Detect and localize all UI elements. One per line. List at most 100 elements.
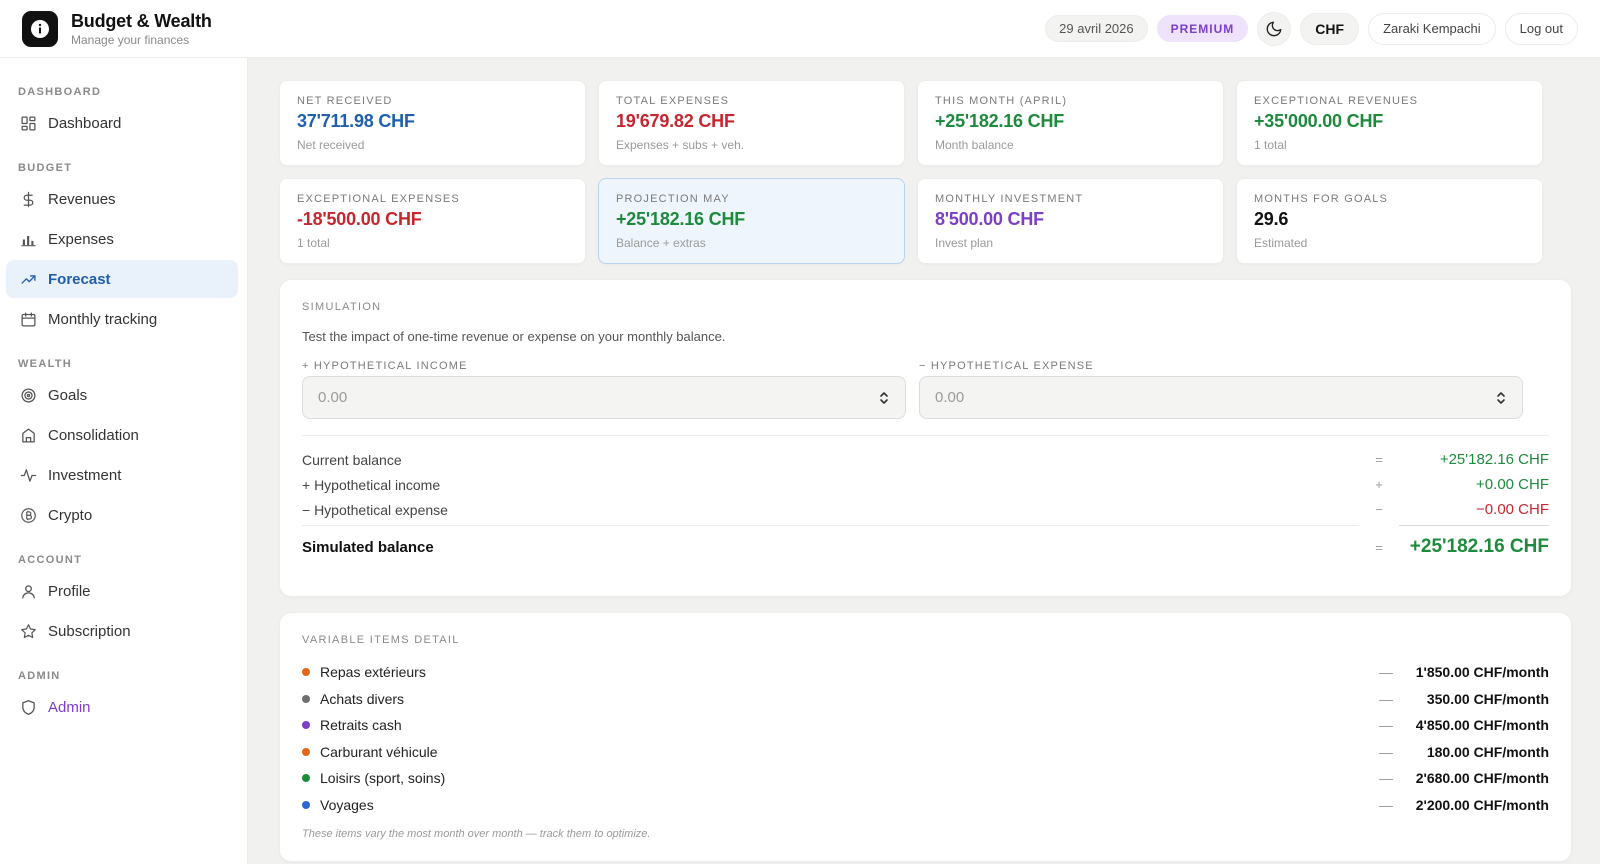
list-item: Carburant véhicule — 180.00 CHF/month [302, 739, 1549, 766]
stat-card-exceptional-revenues: EXCEPTIONAL REVENUES +35'000.00 CHF 1 to… [1236, 80, 1543, 166]
sidebar-item-label: Goals [48, 386, 88, 404]
calculation-rows: Current balance = +25'182.16 CHF + Hypot… [302, 447, 1549, 567]
color-dot [302, 774, 310, 783]
sidebar-item-admin[interactable]: Admin [6, 688, 238, 726]
sidebar-item-label: Monthly tracking [48, 310, 158, 328]
sidebar-item-profile[interactable]: Profile [6, 572, 238, 610]
item-operator: — [1379, 770, 1393, 787]
stat-sub: Invest plan [935, 236, 994, 250]
sidebar-item-label: Crypto [48, 506, 93, 524]
trending-up-icon [19, 270, 37, 288]
stat-label: MONTHS FOR GOALS [1254, 193, 1389, 205]
user-button[interactable]: Zaraki Kempachi [1368, 12, 1496, 45]
stat-sub: Balance + extras [616, 236, 706, 250]
item-operator: — [1379, 717, 1393, 734]
section-label: DASHBOARD [18, 86, 102, 98]
section-label: WEALTH [18, 358, 73, 370]
nav-group-dashboard: DASHBOARD Dashboard [0, 86, 247, 142]
sidebar: DASHBOARD Dashboard BUDGET Revenues Expe… [0, 58, 248, 864]
hypothetical-expense-input[interactable]: 0.00 [919, 376, 1523, 419]
item-amount: 4'850.00 CHF/month [1415, 717, 1549, 734]
calc-amount: −0.00 CHF [1476, 501, 1549, 518]
stat-sub: Expenses + subs + veh. [616, 138, 745, 152]
sidebar-item-investment[interactable]: Investment [6, 456, 238, 494]
stat-value: +25'182.16 CHF [616, 209, 746, 229]
color-dot [302, 694, 310, 703]
stat-label: EXCEPTIONAL EXPENSES [297, 193, 460, 205]
info-icon [31, 19, 49, 38]
stat-sub: Net received [297, 138, 365, 152]
color-dot [302, 747, 310, 756]
sidebar-item-crypto[interactable]: Crypto [6, 496, 238, 534]
stepper-icon[interactable] [1495, 390, 1507, 406]
sidebar-item-label: Dashboard [48, 114, 122, 132]
stat-sub: 1 total [297, 236, 330, 250]
stat-value: +35'000.00 CHF [1254, 111, 1384, 131]
sidebar-item-subscription[interactable]: Subscription [6, 612, 238, 650]
hypothetical-income-input[interactable]: 0.00 [302, 376, 906, 419]
expense-placeholder: 0.00 [935, 389, 965, 406]
sidebar-item-monthly-tracking[interactable]: Monthly tracking [6, 300, 238, 338]
app-subtitle: Manage your finances [71, 32, 190, 47]
calc-operator: + [1375, 477, 1383, 492]
app-logo[interactable] [22, 10, 58, 47]
variable-items-card: VARIABLE ITEMS DETAIL Repas extérieurs —… [279, 612, 1572, 862]
income-field: + HYPOTHETICAL INCOME 0.00 [302, 360, 906, 419]
calendar-icon [19, 310, 37, 328]
item-amount: 2'680.00 CHF/month [1415, 770, 1549, 787]
calc-total-amount: +25'182.16 CHF [1409, 536, 1549, 557]
item-amount: 180.00 CHF/month [1426, 743, 1549, 760]
sidebar-item-label: Forecast [48, 270, 111, 288]
stat-label: PROJECTION MAY [616, 193, 730, 205]
item-amount: 1'850.00 CHF/month [1415, 664, 1549, 681]
sidebar-item-forecast[interactable]: Forecast [6, 260, 238, 298]
stat-value: +25'182.16 CHF [935, 111, 1065, 131]
header-actions: 29 avril 2026 PREMIUM CHF Zaraki Kempach… [1045, 11, 1578, 46]
dollar-icon [19, 190, 37, 208]
theme-toggle-button[interactable] [1257, 11, 1292, 46]
moon-icon [1266, 21, 1282, 36]
sidebar-item-goals[interactable]: Goals [6, 376, 238, 414]
sidebar-item-revenues[interactable]: Revenues [6, 180, 238, 218]
calc-amount: +25'182.16 CHF [1439, 451, 1549, 468]
simulation-description: Test the impact of one-time revenue or e… [302, 329, 726, 344]
sidebar-item-dashboard[interactable]: Dashboard [6, 104, 238, 142]
nav-group-account: ACCOUNT Profile Subscription [0, 554, 247, 650]
activity-icon [19, 466, 37, 484]
calc-operator: = [1375, 452, 1383, 467]
stat-value: 19'679.82 CHF [616, 111, 735, 131]
sidebar-item-expenses[interactable]: Expenses [6, 220, 238, 258]
list-item: Achats divers — 350.00 CHF/month [302, 686, 1549, 713]
top-header: Budget & Wealth Manage your finances 29 … [0, 0, 1600, 58]
calc-label: Current balance [302, 451, 402, 468]
list-item: Voyages — 2'200.00 CHF/month [302, 792, 1549, 819]
bank-icon [19, 426, 37, 444]
sidebar-item-consolidation[interactable]: Consolidation [6, 416, 238, 454]
calc-label: − Hypothetical expense [302, 501, 448, 518]
list-item: Retraits cash — 4'850.00 CHF/month [302, 712, 1549, 739]
stat-label: MONTHLY INVESTMENT [935, 193, 1084, 205]
nav-group-admin: ADMIN Admin [0, 670, 247, 726]
stat-label: NET RECEIVED [297, 95, 393, 107]
stat-label: THIS MONTH (APRIL) [935, 95, 1068, 107]
calc-row-hypothetical-income: + Hypothetical income + +0.00 CHF [302, 472, 1549, 497]
item-operator: — [1379, 796, 1393, 813]
section-label: ADMIN [18, 670, 61, 682]
currency-button[interactable]: CHF [1300, 12, 1360, 45]
simulation-card: SIMULATION Test the impact of one-time r… [279, 279, 1572, 597]
stepper-icon[interactable] [878, 390, 890, 406]
list-item: Repas extérieurs — 1'850.00 CHF/month [302, 659, 1549, 686]
logout-button[interactable]: Log out [1504, 12, 1578, 45]
calc-operator: = [1375, 539, 1383, 555]
user-icon [19, 582, 37, 600]
expense-field: − HYPOTHETICAL EXPENSE 0.00 [919, 360, 1523, 419]
star-icon [19, 622, 37, 640]
calc-row-current-balance: Current balance = +25'182.16 CHF [302, 447, 1549, 472]
stat-sub: Month balance [935, 138, 1014, 152]
section-label: ACCOUNT [18, 554, 83, 566]
sidebar-item-label: Consolidation [48, 426, 139, 444]
variable-items-list: Repas extérieurs — 1'850.00 CHF/month Ac… [302, 659, 1549, 818]
stat-card-this-month: THIS MONTH (APRIL) +25'182.16 CHF Month … [917, 80, 1224, 166]
divider [302, 435, 1549, 436]
calc-row-simulated-balance: Simulated balance = +25'182.16 CHF [302, 527, 1549, 567]
